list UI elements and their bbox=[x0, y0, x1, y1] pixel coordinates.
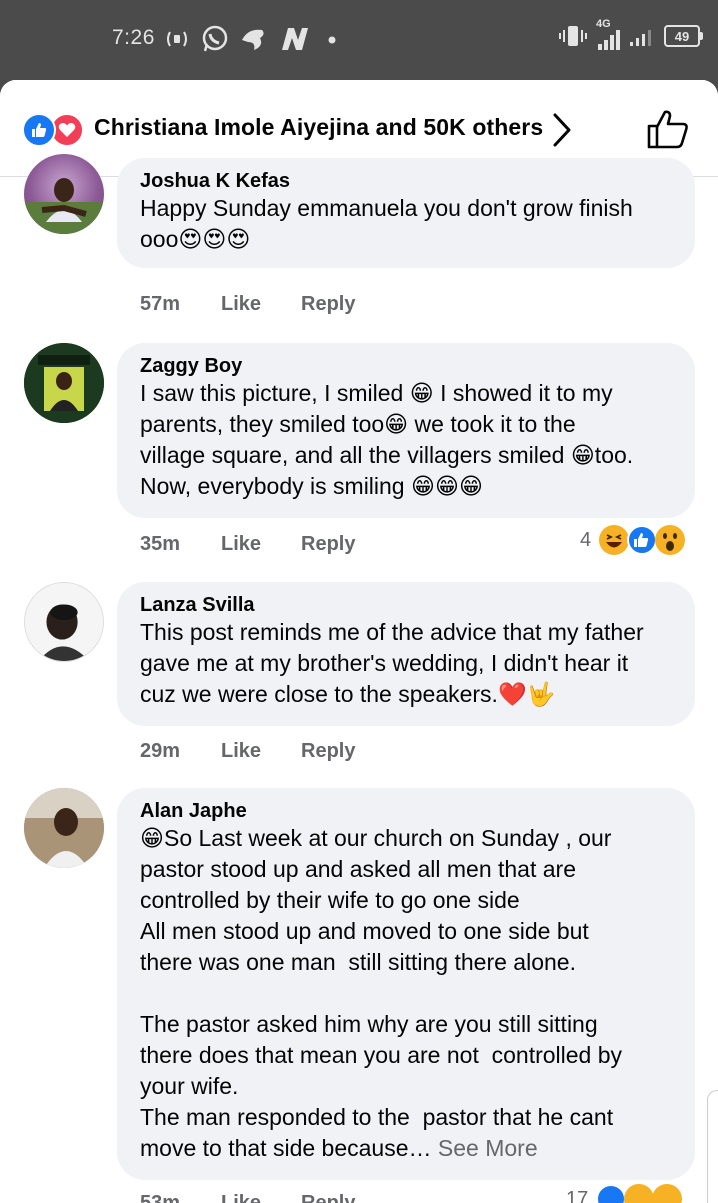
comment-text-line: Happy Sunday emmanuela you don't grow fi… bbox=[140, 195, 633, 221]
commenter-name[interactable]: Joshua K Kefas bbox=[140, 170, 673, 193]
comment-reply-button[interactable]: Reply bbox=[301, 1192, 355, 1203]
comment-text-line: pastor stood up and asked all men that a… bbox=[140, 856, 577, 882]
comment-text-line: village square, and all the villagers sm… bbox=[140, 442, 634, 468]
vibrate-icon bbox=[559, 26, 587, 46]
comment-actions: 29m Like Reply bbox=[140, 740, 355, 763]
status-bar: 7:26 4G 49 bbox=[0, 0, 718, 80]
comment-like-button[interactable]: Like bbox=[221, 293, 301, 316]
comment-time: 57m bbox=[140, 293, 181, 315]
comment-text-line: there does that mean you are not control… bbox=[140, 1042, 623, 1068]
comment-text-line: 😁So Last week at our church on Sunday , … bbox=[140, 825, 612, 851]
comment-text-line: parents, they smiled too😁 we took it to … bbox=[140, 411, 576, 437]
avatar[interactable] bbox=[24, 788, 104, 868]
avatar[interactable] bbox=[24, 343, 104, 423]
comment-bubble[interactable]: Alan Japhe 😁So Last week at our church o… bbox=[117, 788, 695, 1180]
commenter-name[interactable]: Lanza Svilla bbox=[140, 594, 673, 617]
comment-text-line: The man responded to the pastor that he … bbox=[140, 1104, 614, 1130]
comment-reply-button[interactable]: Reply bbox=[301, 740, 355, 763]
wow-reaction-icon bbox=[655, 525, 686, 555]
comment-text-line: cuz we were close to the speakers.❤️🤟 bbox=[140, 681, 556, 707]
comment-reaction-summary[interactable]: 17 bbox=[566, 1184, 683, 1203]
news-app-icon bbox=[282, 28, 308, 50]
chevron-right-icon[interactable] bbox=[550, 112, 574, 148]
comment-time: 29m bbox=[140, 740, 181, 762]
comments-sheet: Christiana Imole Aiyejina and 50K others… bbox=[0, 80, 718, 1203]
haha-reaction-icon bbox=[624, 1184, 655, 1203]
comment-reply-button[interactable]: Reply bbox=[301, 533, 355, 556]
comment-like-button[interactable]: Like bbox=[221, 740, 301, 763]
see-more-link[interactable]: See More bbox=[438, 1135, 538, 1161]
reactors-summary[interactable]: Christiana Imole Aiyejina and 50K others bbox=[94, 114, 543, 141]
haha-reaction-icon bbox=[599, 525, 630, 555]
comment-actions: 35m Like Reply bbox=[140, 533, 355, 556]
comment-actions: 57m Like Reply bbox=[140, 293, 355, 316]
like-reaction-icon bbox=[596, 1184, 627, 1203]
comment-text-line: gave me at my brother's wedding, I didn'… bbox=[140, 650, 629, 676]
comment-bubble[interactable]: Joshua K Kefas Happy Sunday emmanuela yo… bbox=[117, 158, 695, 268]
battery-icon: 49 bbox=[664, 25, 703, 47]
hotspot-icon bbox=[167, 31, 187, 47]
comment-last-line: move to that side because… See More bbox=[140, 1133, 673, 1164]
comment-text-line: controlled by their wife to go one side bbox=[140, 887, 520, 913]
comment-text-line: I saw this picture, I smiled 😁 I showed … bbox=[140, 380, 613, 406]
comment-text-line: Now, everybody is smiling 😁😁😁 bbox=[140, 473, 483, 499]
status-right: 4G 49 bbox=[558, 18, 703, 50]
comment-actions: 53m Like Reply bbox=[140, 1192, 355, 1203]
like-reaction-icon bbox=[627, 525, 658, 555]
comment-text-line: The pastor asked him why are you still s… bbox=[140, 1011, 598, 1037]
comment-bubble[interactable]: Zaggy Boy I saw this picture, I smiled 😁… bbox=[117, 343, 695, 518]
comment-text-line: All men stood up and moved to one side b… bbox=[140, 918, 589, 944]
comment-time: 53m bbox=[140, 1192, 181, 1203]
status-time: 7:26 bbox=[112, 26, 155, 49]
bird-app-icon bbox=[242, 29, 264, 50]
network-type: 4G bbox=[596, 18, 611, 30]
comment-time: 35m bbox=[140, 533, 181, 555]
battery-level: 49 bbox=[674, 28, 690, 44]
commenter-name[interactable]: Alan Japhe bbox=[140, 800, 673, 823]
signal-bars-weak-icon bbox=[630, 30, 651, 46]
comment-like-button[interactable]: Like bbox=[221, 1192, 301, 1203]
signal-bars-icon bbox=[598, 30, 620, 50]
commenter-name[interactable]: Zaggy Boy bbox=[140, 355, 673, 378]
whatsapp-icon bbox=[202, 25, 228, 52]
reaction-count: 17 bbox=[566, 1187, 589, 1203]
comment-reply-button[interactable]: Reply bbox=[301, 293, 355, 316]
comment-text-line: there was one man still sitting there al… bbox=[140, 949, 576, 975]
avatar[interactable] bbox=[24, 154, 104, 234]
comment-reaction-summary[interactable]: 4 bbox=[580, 525, 686, 555]
signal-4g: 4G bbox=[596, 18, 622, 50]
reaction-icons bbox=[22, 113, 88, 147]
notification-dot-icon bbox=[328, 36, 336, 44]
like-reaction-icon bbox=[22, 113, 56, 147]
comment-text-line: move to that side because… bbox=[140, 1135, 432, 1161]
comment-text-line: This post reminds me of the advice that … bbox=[140, 619, 644, 645]
scroll-handle[interactable] bbox=[707, 1090, 718, 1203]
avatar[interactable] bbox=[24, 582, 104, 662]
comment-text-line: ooo😍😍😍 bbox=[140, 226, 251, 252]
reaction-count: 4 bbox=[580, 528, 592, 551]
wow-reaction-icon bbox=[652, 1184, 683, 1203]
comment-bubble[interactable]: Lanza Svilla This post reminds me of the… bbox=[117, 582, 695, 726]
comment-text-line bbox=[140, 978, 673, 1009]
comment-like-button[interactable]: Like bbox=[221, 533, 301, 556]
like-post-button[interactable] bbox=[646, 108, 690, 150]
comment-text-line: your wife. bbox=[140, 1073, 239, 1099]
